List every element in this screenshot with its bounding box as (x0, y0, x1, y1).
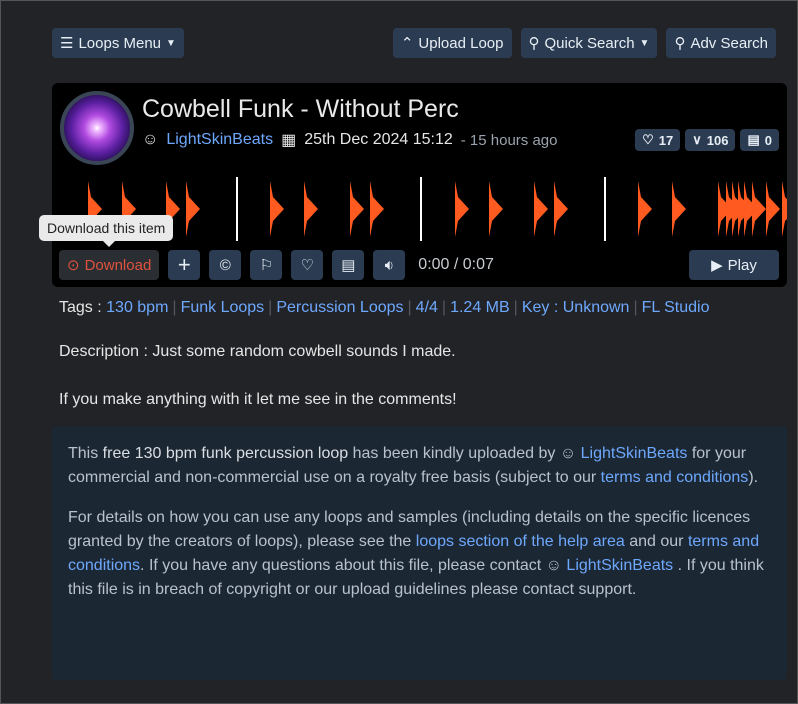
waveform-hit (766, 181, 780, 237)
waveform-hit (752, 181, 766, 237)
tag-separator: | (407, 299, 412, 316)
user-icon: ☺ (142, 131, 159, 148)
tag-separator: | (513, 299, 518, 316)
download-tooltip: Download this item (39, 215, 174, 247)
tag-link[interactable]: Key : Unknown (522, 299, 630, 316)
waveform[interactable] (82, 177, 787, 241)
play-button[interactable]: ▶ Play (689, 250, 779, 280)
waveform-hit (554, 181, 568, 237)
downloads-count[interactable]: ∨ 106 (685, 129, 736, 151)
bar-marker (420, 177, 422, 241)
user-icon: ☺ (559, 445, 581, 462)
bar-marker (236, 177, 238, 241)
download-button[interactable]: ⊙ Download (59, 250, 160, 280)
calendar-icon: ▦ (281, 132, 297, 149)
waveform-hit (489, 181, 503, 237)
waveform-hit (782, 181, 787, 237)
upload-icon: ⌃ (400, 35, 414, 52)
search-icon: ⚲ (528, 35, 540, 52)
upload-date: 25th Dec 2024 15:12 (304, 131, 453, 148)
loops-menu-button[interactable]: ☰ Loops Menu ▼ (52, 28, 184, 58)
waveform-hit (455, 181, 469, 237)
menu-icon: ☰ (60, 35, 74, 52)
play-icon: ▶ (711, 257, 723, 274)
comments-count[interactable]: ▤ 0 (740, 129, 779, 151)
waveform-hit (304, 181, 318, 237)
add-button[interactable]: + (168, 250, 201, 280)
waveform-hit (672, 181, 686, 237)
comment-button[interactable]: ▤ (332, 250, 365, 280)
tag-link[interactable]: Funk Loops (181, 299, 265, 316)
search-icon: ⚲ (674, 35, 686, 52)
bar-marker (604, 177, 606, 241)
tag-separator: | (268, 299, 273, 316)
flag-icon: ⚐ (259, 257, 274, 274)
terms-link[interactable]: terms and conditions (601, 469, 749, 486)
tag-link[interactable]: 1.24 MB (450, 299, 510, 316)
tag-link[interactable]: 4/4 (416, 299, 438, 316)
caret-down-icon: ▼ (639, 37, 650, 49)
playback-time: 0:00 / 0:07 (418, 256, 494, 273)
waveform-hit (370, 181, 384, 237)
tag-separator: | (633, 299, 638, 316)
tags: Tags : 130 bpm | Funk Loops | Percussion Loo… (59, 299, 710, 316)
likes-count[interactable]: ♡ 17 (635, 129, 681, 151)
volume-button[interactable]: 🔉︎ (373, 250, 406, 280)
author-link[interactable]: LightSkinBeats (566, 557, 673, 574)
author-link[interactable]: LightSkinBeats (166, 131, 273, 149)
chevron-down-icon: ∨ (692, 132, 702, 147)
author-link[interactable]: LightSkinBeats (581, 445, 688, 462)
plus-icon: + (177, 252, 191, 277)
adv-search-button[interactable]: ⚲ Adv Search (666, 28, 776, 58)
volume-icon: 🔉︎ (384, 256, 395, 274)
loop-title: Cowbell Funk - Without Perc (142, 95, 459, 123)
report-button[interactable]: ⚐ (250, 250, 283, 280)
caret-down-icon: ▼ (166, 37, 176, 49)
waveform-hit (534, 181, 548, 237)
upload-loop-button[interactable]: ⌃ Upload Loop (392, 28, 512, 58)
tag-separator: | (172, 299, 177, 316)
help-link[interactable]: loops section of the help area (416, 533, 625, 550)
description: Description : Just some random cowbell s… (59, 343, 457, 408)
waveform-hit (270, 181, 284, 237)
top-navigation: ☰ Loops Menu ▼ ⌃ Upload Loop ⚲ Quick Search ▼… (52, 28, 776, 58)
heart-icon: ♡ (642, 132, 654, 147)
tag-separator: | (441, 299, 447, 316)
download-icon: ⊙ (67, 257, 80, 274)
favorite-button[interactable]: ♡ (291, 250, 324, 280)
loop-player-card: Cowbell Funk - Without Perc ☺ LightSkinB… (52, 83, 787, 287)
tag-link[interactable]: Percussion Loops (276, 299, 403, 316)
quick-search-button[interactable]: ⚲ Quick Search ▼ (520, 28, 658, 58)
tag-link[interactable]: 130 bpm (106, 299, 168, 316)
comment-icon: ▤ (747, 132, 760, 147)
copyright-icon: © (219, 256, 231, 274)
waveform-hit (638, 181, 652, 237)
upload-ago: - 15 hours ago (460, 131, 558, 149)
heart-icon: ♡ (300, 257, 315, 274)
waveform-hit (186, 181, 200, 237)
user-icon: ☺ (545, 557, 567, 574)
waveform-hit (350, 181, 364, 237)
license-info: This free 130 bpm funk percussion loop h… (52, 426, 787, 680)
tag-link[interactable]: FL Studio (642, 299, 710, 316)
avatar[interactable] (60, 91, 134, 165)
comment-icon: ▤ (341, 257, 356, 274)
copyright-button[interactable]: © (209, 250, 242, 280)
